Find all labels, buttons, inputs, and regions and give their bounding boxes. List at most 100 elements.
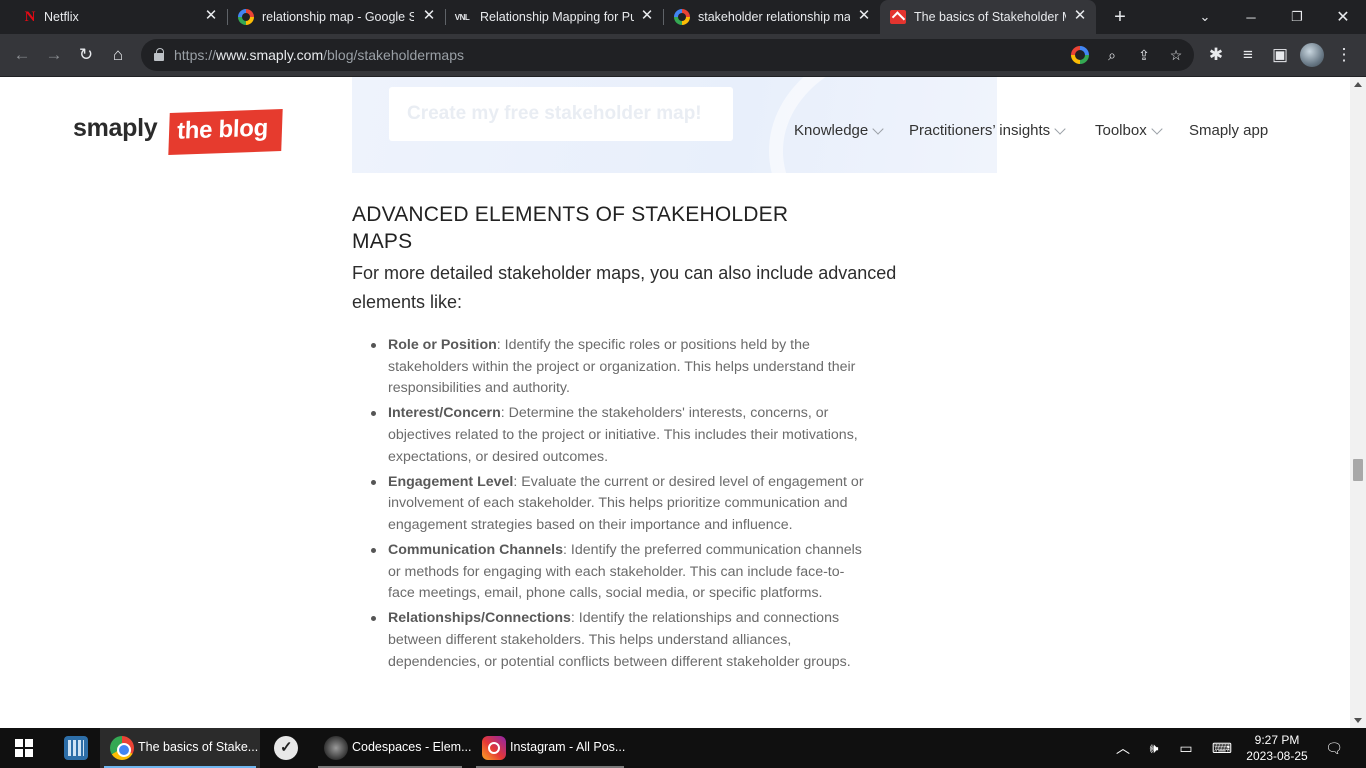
- smaply-icon-glyph: [890, 10, 906, 24]
- nav-toolbox[interactable]: Toolbox: [1095, 122, 1163, 139]
- list-item: Engagement Level: Evaluate the current o…: [371, 472, 870, 537]
- minimize-button[interactable]: ─: [1228, 0, 1274, 34]
- taskbar-instagram[interactable]: Instagram - All Pos...: [472, 728, 628, 768]
- taskbar-chrome[interactable]: The basics of Stake...: [100, 728, 260, 768]
- address-bar[interactable]: https://www.smaply.com/blog/stakeholderm…: [141, 39, 1194, 71]
- vnl-icon: VNL: [454, 12, 470, 22]
- list-item-term: Relationships/Connections: [388, 610, 571, 627]
- menu-kebab-icon[interactable]: ⋮: [1333, 44, 1355, 66]
- list-item-term: Engagement Level: [388, 473, 514, 490]
- article-body: ADVANCED ELEMENTS OF STAKEHOLDER MAPS Fo…: [352, 201, 952, 676]
- list-item-term: Interest/Concern: [388, 405, 501, 422]
- taskbar-codespaces[interactable]: Codespaces - Elem...: [314, 728, 472, 768]
- tab-relationship-mapping[interactable]: VNL Relationship Mapping for Pul ✕: [446, 0, 664, 34]
- restore-button[interactable]: ❐: [1274, 0, 1320, 34]
- google-icon: [238, 9, 254, 25]
- netflix-icon: N: [24, 8, 36, 25]
- scroll-down-arrow-icon[interactable]: [1354, 718, 1362, 723]
- nav-label: Smaply app: [1189, 122, 1269, 139]
- zoom-icon[interactable]: ⌕: [1103, 46, 1121, 64]
- tray-overflow-icon[interactable]: ︿: [1112, 728, 1134, 768]
- forward-button[interactable]: →: [43, 44, 65, 66]
- google-icon-glyph: [674, 9, 690, 25]
- windows-start-icon[interactable]: [15, 739, 33, 757]
- tab-search-chevron-icon[interactable]: ⌄: [1182, 0, 1228, 34]
- intro-paragraph: For more detailed stakeholder maps, you …: [352, 263, 897, 312]
- back-button[interactable]: ←: [11, 44, 33, 66]
- list-item: Role or Position: Identify the specific …: [371, 335, 870, 400]
- close-tab-icon[interactable]: ✕: [204, 8, 218, 23]
- taskbar-app-label: Instagram - All Pos...: [510, 740, 626, 754]
- clock-date: 2023-08-25: [1246, 749, 1308, 763]
- nav-smaply-app[interactable]: Smaply app: [1189, 122, 1268, 139]
- smaply-icon: [890, 9, 906, 25]
- new-tab-button[interactable]: +: [1110, 7, 1130, 27]
- list-item: Interest/Concern: Determine the stakehol…: [371, 403, 870, 468]
- google-lens-icon[interactable]: [1071, 46, 1089, 64]
- logo-badge-text: the blog: [176, 114, 269, 145]
- url-domain: www.smaply.com: [216, 47, 324, 63]
- nav-practitioners-insights[interactable]: Practitioners’ insights: [909, 122, 1066, 139]
- tab-netflix[interactable]: N Netflix ✕: [0, 0, 228, 34]
- scrollbar-thumb[interactable]: [1353, 459, 1363, 481]
- list-item: Communication Channels: Identify the pre…: [371, 540, 870, 605]
- close-tab-icon[interactable]: ✕: [640, 8, 654, 23]
- media-controls-icon[interactable]: ≡: [1237, 44, 1259, 66]
- tab-title: relationship map - Google Se: [262, 10, 414, 24]
- reload-button[interactable]: ↻: [75, 44, 97, 66]
- logo-wordmark: smaply: [73, 114, 158, 142]
- tab-stakeholder-relationship-map[interactable]: stakeholder relationship map ✕: [664, 0, 880, 34]
- list-item-term: Communication Channels: [388, 541, 563, 558]
- lock-icon: [154, 48, 164, 61]
- cta-banner: Create my free stakeholder map!: [352, 77, 997, 173]
- google-icon-glyph: [238, 9, 254, 25]
- extensions-icon[interactable]: ✱: [1205, 44, 1227, 66]
- advanced-elements-list: Role or Position: Identify the specific …: [352, 335, 952, 673]
- create-stakeholder-map-button[interactable]: Create my free stakeholder map!: [389, 87, 733, 141]
- taskbar-app-label: Codespaces - Elem...: [352, 740, 472, 754]
- taskbar-checklist-app[interactable]: [262, 728, 312, 768]
- side-panel-icon[interactable]: ▣: [1269, 44, 1291, 66]
- close-window-button[interactable]: ✕: [1320, 0, 1366, 34]
- url-prefix: https://: [174, 47, 217, 63]
- scroll-up-arrow-icon[interactable]: [1354, 82, 1362, 87]
- list-item-term: Role or Position: [388, 337, 497, 353]
- browser-tab-strip: N Netflix ✕ relationship map - Google Se…: [0, 0, 1366, 34]
- nav-knowledge[interactable]: Knowledge: [794, 122, 884, 139]
- chevron-down-icon: [1054, 122, 1066, 135]
- tab-relationship-map-google[interactable]: relationship map - Google Se ✕: [228, 0, 446, 34]
- taskbar-calculator[interactable]: [52, 728, 98, 768]
- profile-avatar[interactable]: [1300, 43, 1324, 67]
- page-scrollbar[interactable]: [1350, 77, 1366, 728]
- share-icon[interactable]: ⇪: [1135, 46, 1153, 64]
- close-tab-icon[interactable]: ✕: [1073, 8, 1087, 23]
- calculator-icon: [64, 736, 88, 760]
- nav-label: Toolbox: [1095, 122, 1147, 139]
- chevron-down-icon: [1151, 122, 1163, 135]
- url-text[interactable]: https://www.smaply.com/blog/stakeholderm…: [174, 47, 464, 63]
- close-tab-icon[interactable]: ✕: [857, 8, 871, 23]
- page-viewport: Create my free stakeholder map! smaply t…: [0, 77, 1350, 728]
- chevron-down-icon: [872, 122, 884, 135]
- battery-icon[interactable]: ▭: [1175, 728, 1197, 768]
- home-button[interactable]: ⌂: [107, 44, 129, 66]
- notifications-icon[interactable]: 🗨: [1322, 728, 1346, 768]
- app-icon: [324, 736, 348, 760]
- nav-label: Practitioners’ insights: [909, 122, 1051, 139]
- logo-badge: the blog: [168, 108, 283, 156]
- url-path: /blog/stakeholdermaps: [323, 47, 464, 63]
- tab-title: Netflix: [44, 10, 79, 24]
- system-clock[interactable]: 9:27 PM 2023-08-25: [1242, 732, 1312, 764]
- google-icon: [674, 9, 690, 25]
- tab-stakeholder-basics[interactable]: The basics of Stakeholder Ma ✕: [880, 0, 1096, 34]
- instagram-icon: [482, 736, 506, 760]
- volume-icon[interactable]: 🕪: [1143, 728, 1165, 768]
- list-item: Relationships/Connections: Identify the …: [371, 608, 870, 673]
- windows-taskbar: The basics of Stake... Codespaces - Elem…: [0, 728, 1366, 768]
- keyboard-icon[interactable]: ⌨: [1208, 728, 1236, 768]
- tab-title: Relationship Mapping for Pul: [480, 10, 634, 24]
- close-tab-icon[interactable]: ✕: [422, 8, 436, 23]
- chrome-icon: [110, 736, 134, 760]
- browser-toolbar: ← → ↻ ⌂ https://www.smaply.com/blog/stak…: [0, 34, 1366, 77]
- bookmark-star-icon[interactable]: ☆: [1167, 46, 1185, 64]
